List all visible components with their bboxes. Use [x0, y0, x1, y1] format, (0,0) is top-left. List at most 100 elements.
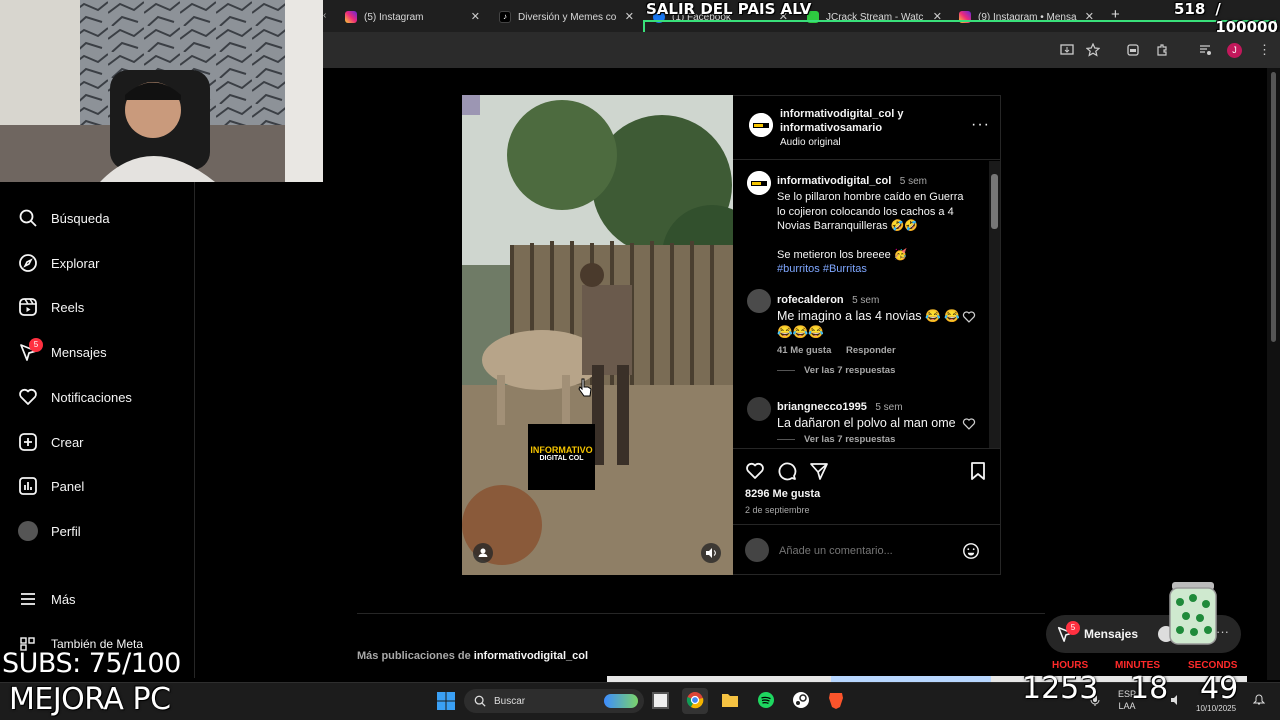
share-icon[interactable]: [809, 461, 829, 481]
divider: [733, 448, 1000, 449]
profile-avatar[interactable]: J: [1227, 43, 1242, 58]
hamburger-icon: [21, 593, 35, 605]
timer-hours-label: HOURS: [1052, 660, 1089, 671]
sidebar-item-panel[interactable]: Panel: [18, 471, 188, 501]
watermark-line1: INFORMATIVO: [530, 445, 593, 455]
more-posts-user[interactable]: informativodigital_col: [474, 650, 588, 662]
chrome-icon[interactable]: [686, 691, 704, 709]
sidebar-item-mensajes[interactable]: 5 Mensajes: [18, 337, 188, 367]
heart-icon[interactable]: [962, 310, 976, 324]
tab-tiktok[interactable]: ♪ Diversión y Memes co ✕: [499, 6, 634, 28]
instagram-icon: [345, 11, 357, 23]
comment: briangnecco1995 5 sem La dañaron el polv…: [777, 397, 962, 431]
page-scrollbar-thumb[interactable]: [1271, 72, 1276, 342]
comment-icon[interactable]: [777, 461, 797, 481]
avatar[interactable]: [747, 171, 771, 195]
star-icon[interactable]: [1086, 43, 1100, 57]
close-icon[interactable]: ✕: [625, 10, 634, 23]
post-date[interactable]: 2 de septiembre: [745, 505, 810, 515]
file-explorer-icon[interactable]: [721, 692, 739, 708]
avatar[interactable]: [747, 397, 771, 421]
emoji-icon[interactable]: [962, 542, 980, 560]
tab-instagram[interactable]: (5) Instagram ✕: [345, 6, 480, 28]
comment-likes[interactable]: 41 Me gusta: [777, 345, 831, 356]
scrollbar-thumb[interactable]: [991, 174, 998, 229]
view-replies[interactable]: Ver las 7 respuestas: [777, 365, 977, 376]
divider: [733, 524, 1000, 525]
menu-dots-icon[interactable]: ⋮: [1258, 42, 1271, 58]
search-icon: [19, 209, 37, 227]
spotify-icon[interactable]: [757, 691, 775, 709]
taskbar-search[interactable]: Buscar: [464, 689, 644, 713]
comment-user[interactable]: briangnecco1995: [777, 401, 867, 413]
comment-user[interactable]: rofecalderon: [777, 294, 844, 306]
caption-hashtags[interactable]: #burritos #Burritas: [777, 262, 972, 277]
comments-list: informativodigital_col 5 sem Se lo pilla…: [733, 161, 1000, 448]
puzzle-icon[interactable]: [1155, 43, 1169, 57]
sidebar-item-label: Búsqueda: [51, 210, 110, 226]
heart-icon[interactable]: [962, 417, 976, 431]
more-posts-heading: Más publicaciones de informativodigital_…: [357, 650, 588, 662]
tab-scroll-left[interactable]: ‹: [323, 10, 326, 21]
volume-icon[interactable]: [1170, 694, 1182, 706]
like-heart-icon[interactable]: [745, 461, 765, 481]
volume-icon[interactable]: [701, 543, 721, 563]
watermark-logo: INFORMATIVO DIGITAL COL: [528, 424, 595, 490]
sidebar-item-notificaciones[interactable]: Notificaciones: [18, 382, 188, 412]
chart-icon: [19, 477, 37, 495]
webcam-overlay: [0, 0, 323, 182]
watermark-line2: DIGITAL COL: [539, 455, 584, 462]
brave-icon[interactable]: [828, 691, 844, 709]
timer-seconds-label: SECONDS: [1188, 660, 1238, 671]
bookmark-icon[interactable]: [969, 461, 987, 481]
sidebar-item-label: Reels: [51, 299, 85, 315]
likes-count[interactable]: 8296 Me gusta: [745, 488, 820, 500]
page-scrollbar[interactable]: [1267, 68, 1280, 680]
coauthor-name[interactable]: informativosamario: [780, 122, 882, 134]
sidebar-item-perfil[interactable]: Perfil: [18, 516, 188, 546]
sidebar-item-label: Crear: [51, 434, 84, 450]
comment-input[interactable]: [779, 542, 949, 560]
sidebar-item-mas[interactable]: Más: [18, 584, 188, 614]
comment-text: Me imagino a las 4 novias 😂 😂😂😂😂: [777, 309, 960, 339]
sidebar-item-reels[interactable]: Reels: [18, 292, 188, 322]
steam-icon[interactable]: [792, 691, 810, 709]
notification-bell-icon[interactable]: [1253, 694, 1265, 706]
avatar[interactable]: [747, 289, 771, 313]
audio-label[interactable]: Audio original: [780, 137, 841, 148]
reply-button[interactable]: Responder: [846, 345, 896, 356]
viewer-count: 1253: [1022, 671, 1099, 706]
sidebar-item-busqueda[interactable]: Búsqueda: [18, 203, 188, 233]
avatar: [18, 521, 38, 541]
tagged-user-icon[interactable]: [473, 543, 493, 563]
media-icon[interactable]: [1198, 43, 1212, 57]
messages-pill-label: Mensajes: [1084, 627, 1139, 641]
comment: rofecalderon 5 sem Me imagino a las 4 no…: [777, 290, 962, 356]
comments-scrollbar[interactable]: [989, 161, 1000, 448]
heart-icon: [19, 388, 37, 405]
sidebar-item-label: Panel: [51, 478, 85, 494]
view-replies[interactable]: Ver las 7 respuestas: [777, 434, 977, 445]
caption-text: Se lo pillaron hombre caído en Guerra lo…: [777, 191, 964, 232]
compass-icon: [19, 254, 37, 272]
post-video[interactable]: INFORMATIVO DIGITAL COL: [462, 95, 733, 575]
install-icon[interactable]: [1060, 43, 1074, 57]
notification-badge: 5: [29, 338, 43, 352]
more-options-icon[interactable]: ···: [971, 116, 990, 134]
tab-title: (5) Instagram: [364, 11, 424, 23]
windows-start-icon[interactable]: [436, 691, 456, 711]
close-icon[interactable]: ✕: [471, 10, 480, 23]
author-name[interactable]: informativodigital_col y: [780, 108, 903, 120]
sidebar-item-explorar[interactable]: Explorar: [18, 248, 188, 278]
webcam-image: [0, 0, 323, 182]
author-avatar[interactable]: [749, 113, 773, 137]
sidebar-item-crear[interactable]: Crear: [18, 427, 188, 457]
tab-title: Diversión y Memes co: [518, 11, 617, 23]
comment-time: 5 sem: [875, 402, 903, 413]
view-replies-label[interactable]: Ver las 7 respuestas: [804, 434, 895, 445]
task-view-icon[interactable]: [652, 692, 669, 709]
plus-square-icon: [19, 433, 37, 451]
extension-icon[interactable]: [1126, 43, 1140, 57]
caption-user[interactable]: informativodigital_col: [777, 175, 891, 187]
view-replies-label[interactable]: Ver las 7 respuestas: [804, 365, 895, 376]
